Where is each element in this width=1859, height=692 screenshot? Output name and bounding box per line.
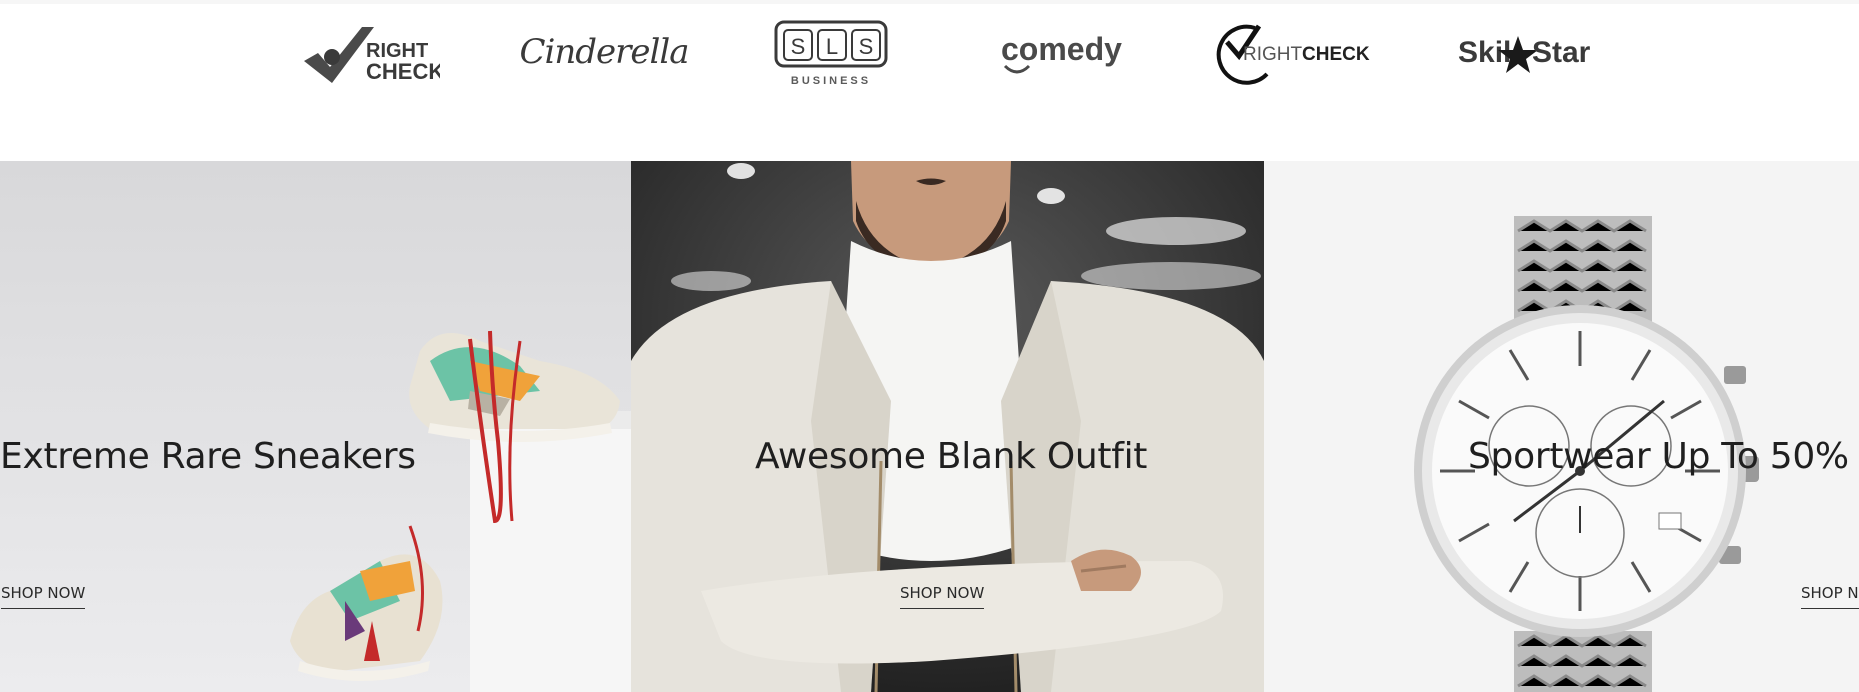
brand-text-line2: CHECK <box>366 59 440 84</box>
sls-letter-2: L <box>826 34 838 59</box>
brand-logo-sls-business[interactable]: S L S BUSINESS <box>770 12 896 92</box>
brand-text-part1: RIGHT <box>1243 44 1303 65</box>
brand-text-part2: CHECK <box>1302 44 1370 65</box>
sls-letter-1: S <box>791 34 806 59</box>
brand-logo-comedy[interactable]: comedy <box>995 12 1131 92</box>
sls-letter-3: S <box>859 34 874 59</box>
banner-headline: Awesome Blank Outfit <box>755 436 1148 477</box>
promo-banner-outfit[interactable]: Awesome Blank Outfit SHOP NOW <box>631 161 1264 692</box>
comedy-wordmark: comedy <box>1001 31 1122 74</box>
banner-headline: Sportwear Up To 50% o <box>1468 436 1859 477</box>
promo-banner-watch[interactable]: Sportwear Up To 50% o SHOP N <box>1264 161 1859 692</box>
shop-now-link[interactable]: SHOP N <box>1801 584 1859 609</box>
shop-now-link[interactable]: SHOP NOW <box>900 584 985 609</box>
promo-banners: Extreme Rare Sneakers SHOP NOW Awesome B… <box>0 161 1859 692</box>
brand-logo-right-check[interactable]: RIGHT CHECK <box>300 12 440 92</box>
sls-monogram: S L S BUSINESS <box>774 20 888 87</box>
outfit-image <box>631 161 1264 692</box>
banner-headline: Extreme Rare Sneakers <box>0 436 416 477</box>
brand-text: Cinderella <box>519 32 689 72</box>
sls-sub: BUSINESS <box>791 75 871 87</box>
brand-text: comedy <box>1001 31 1122 67</box>
skillstar-wordmark: Skil Star <box>1458 36 1591 73</box>
watch-image <box>1264 161 1859 692</box>
brand-text-part2: Star <box>1532 36 1591 69</box>
promo-banner-sneakers[interactable]: Extreme Rare Sneakers SHOP NOW <box>0 161 631 692</box>
sneakers-image <box>0 161 631 692</box>
rightcheck-wordmark: RIGHT CHECK <box>1216 24 1370 85</box>
brand-logo-strip: RIGHT CHECK Cinderella S L S BUSINESS co… <box>0 0 1859 160</box>
brand-logo-rightcheck[interactable]: RIGHT CHECK <box>1215 12 1375 92</box>
brand-logo-skill-star[interactable]: Skil Star <box>1452 12 1592 92</box>
brand-logo-cinderella[interactable]: Cinderella <box>519 12 689 92</box>
shop-now-link[interactable]: SHOP NOW <box>1 584 86 609</box>
checkmark-icon: RIGHT CHECK <box>304 27 440 84</box>
